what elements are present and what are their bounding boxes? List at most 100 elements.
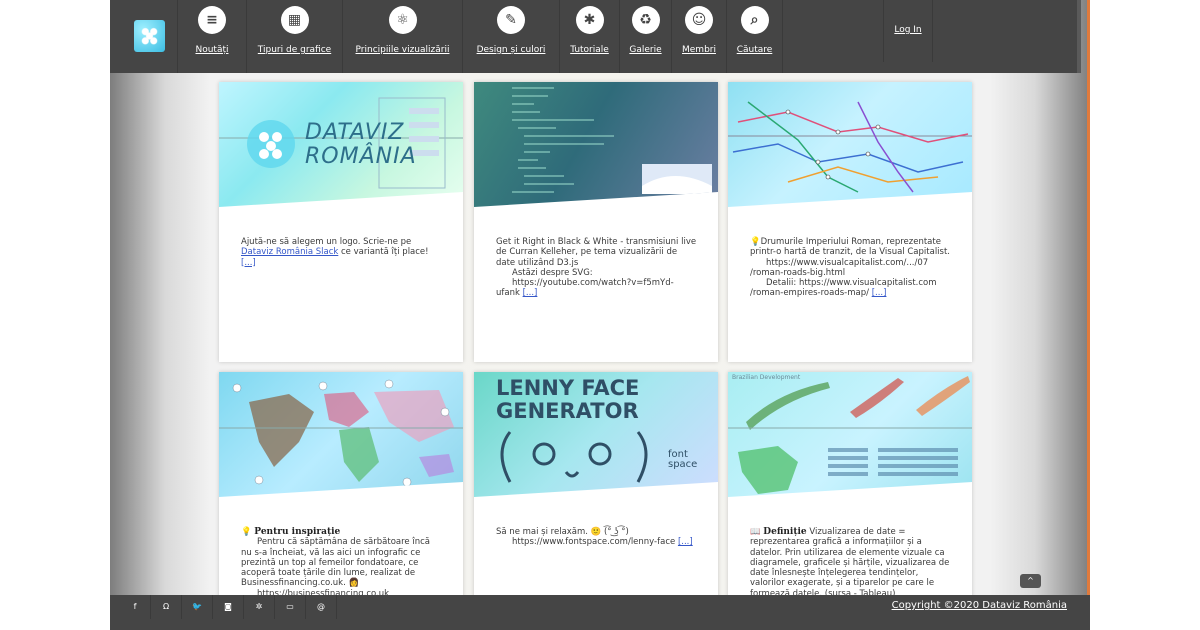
nav-label: Membri bbox=[682, 45, 716, 55]
post-title: Definiție bbox=[763, 527, 807, 537]
post-excerpt: Să ne mai și relaxăm. 🙂 (͡° ͜ʖ ͡°) https… bbox=[496, 527, 698, 548]
excerpt-line: Să ne mai și relaxăm. 🙂 (͡° ͜ʖ ͡°) bbox=[496, 527, 629, 537]
nav-item-membri[interactable]: ☺ Membri bbox=[672, 0, 727, 73]
nav-label: Tipuri de grafice bbox=[257, 45, 332, 55]
thumbnail-graphic bbox=[219, 379, 463, 487]
nav-item-tipuri-de-grafice[interactable]: ▦ Tipuri de grafice bbox=[247, 0, 343, 73]
fontspace-logo: font space bbox=[668, 449, 698, 470]
excerpt-line: Pentru că săptămâna de sărbătoare încă bbox=[257, 537, 430, 548]
nav-label: Căutare bbox=[736, 45, 773, 55]
nav-label: Noutăți bbox=[195, 45, 229, 55]
post-excerpt: Get it Right in Black & White - transmis… bbox=[496, 237, 698, 299]
read-more-link[interactable]: [...] bbox=[872, 288, 887, 298]
nav-label: Principiile vizualizării bbox=[355, 45, 450, 55]
post-card[interactable]: LENNY FACE GENERATOR font space Să ne ma… bbox=[474, 372, 718, 630]
excerpt-line: de Curran Kelleher, pe tema vizualizării… bbox=[496, 247, 678, 258]
post-thumbnail[interactable] bbox=[728, 82, 972, 207]
read-more-link[interactable]: [...] bbox=[523, 288, 538, 298]
at-icon[interactable]: @ bbox=[306, 595, 337, 619]
excerpt-line: Get it Right in Black & White - transmis… bbox=[496, 237, 697, 247]
document-icon: ≡ bbox=[198, 6, 226, 34]
nav-item-tutoriale[interactable]: ✱ Tutoriale bbox=[560, 0, 620, 73]
magic-wand-icon: ✎ bbox=[497, 6, 525, 34]
excerpt-text: Ajută-ne să alegem un logo. Scrie-ne pe bbox=[241, 237, 412, 247]
post-excerpt: Ajută-ne să alegem un logo. Scrie-ne pe … bbox=[241, 237, 443, 268]
atom-icon: ⚛ bbox=[388, 6, 417, 34]
grid-icon: ▦ bbox=[280, 6, 309, 34]
thumbnail-graphic bbox=[728, 101, 972, 193]
dataviz-logo[interactable] bbox=[134, 20, 165, 52]
excerpt-line: datelor. Prin utilizarea de elemente viz… bbox=[750, 547, 945, 558]
nav-label: Galerie bbox=[629, 45, 662, 55]
excerpt-line: Vizualizarea de date = bbox=[806, 527, 906, 537]
facebook-icon[interactable]: f bbox=[120, 595, 151, 619]
instagram-icon[interactable]: ◙ bbox=[213, 595, 244, 619]
post-card[interactable]: 💡 Pentru inspirație Pentru că săptămâna … bbox=[219, 372, 463, 630]
nav-item-galerie[interactable]: ♻ Galerie bbox=[620, 0, 672, 73]
post-thumbnail[interactable]: Brazilian Development bbox=[728, 372, 972, 497]
login-label: Log In bbox=[894, 25, 922, 35]
read-more-link[interactable]: [...] bbox=[678, 537, 693, 547]
excerpt-line: https://www.fontspace.com/lenny-face bbox=[512, 537, 676, 548]
post-thumbnail[interactable] bbox=[219, 372, 463, 497]
nav-item-cautare[interactable]: ⌕ Căutare bbox=[727, 0, 783, 73]
piggy-bank-icon: ♻ bbox=[631, 6, 660, 34]
excerpt-line: /roman-roads-big.html bbox=[750, 267, 846, 278]
users-icon: ☺ bbox=[685, 6, 713, 34]
read-more-link[interactable]: [...] bbox=[241, 258, 256, 268]
post-excerpt: 📖 Definiție Vizualizarea de date = repre… bbox=[750, 527, 952, 599]
post-thumbnail[interactable]: DATAVIZ ROMÂNIA bbox=[219, 82, 463, 207]
thumbnail-graphic bbox=[728, 376, 972, 494]
post-card[interactable]: Get it Right in Black & White - transmis… bbox=[474, 82, 718, 362]
post-title: Pentru inspirație bbox=[254, 527, 341, 537]
twitter-icon[interactable]: 🐦 bbox=[182, 595, 213, 619]
slack-link[interactable]: Dataviz România Slack bbox=[241, 247, 338, 257]
excerpt-text: ce variantă îți place! bbox=[338, 247, 429, 258]
thumbnail-graphic bbox=[512, 87, 712, 194]
excerpt-line: date înlesnește înțelegerea tendințelor, bbox=[750, 568, 919, 579]
slack-icon[interactable]: ✲ bbox=[244, 595, 275, 619]
nav-item-design-si-culori[interactable]: ✎ Design și culori bbox=[463, 0, 560, 73]
lenny-face-graphic bbox=[500, 431, 648, 483]
post-card[interactable]: Brazilian Development 📖 Definiție Vizual… bbox=[728, 372, 972, 630]
excerpt-line: printr-o hartă de tranzit, de la Visual … bbox=[750, 247, 950, 258]
copyright-link[interactable]: Copyright ©2020 Dataviz România bbox=[892, 600, 1067, 611]
excerpt-line: prezintă un top al femeilor fondatoare, … bbox=[241, 557, 419, 568]
excerpt-line: nu s-a încheiat, vă las aici un infograf… bbox=[241, 547, 421, 558]
top-navigation: ≡ Noutăți ▦ Tipuri de grafice ⚛ Principi… bbox=[110, 0, 1081, 73]
monitor-icon[interactable]: ▭ bbox=[275, 595, 306, 619]
excerpt-line: acoperă toate țările din lume, realizat … bbox=[241, 568, 416, 579]
post-thumbnail[interactable] bbox=[474, 82, 718, 207]
post-excerpt: 💡 Pentru inspirație Pentru că săptămâna … bbox=[241, 527, 443, 599]
scroll-accent bbox=[1087, 0, 1090, 600]
excerpt-line: 💡Drumurile Imperiului Roman, reprezentat… bbox=[750, 237, 941, 247]
thumbnail-title-2: ROMÂNIA bbox=[305, 144, 417, 169]
omega-icon[interactable]: Ω bbox=[151, 595, 182, 619]
excerpt-line: Astăzi despre SVG: bbox=[512, 267, 593, 278]
post-card[interactable]: DATAVIZ ROMÂNIA Ajută-ne să alegem un lo… bbox=[219, 82, 463, 362]
excerpt-line: valorilor exagerate, și a tiparelor pe c… bbox=[750, 578, 935, 589]
excerpt-line: date utilizând D3.js bbox=[496, 257, 579, 268]
excerpt-line: https://www.visualcapitalist.com/.../07 bbox=[766, 257, 929, 268]
excerpt-line: diagramele, graficele și hărțile, vizual… bbox=[750, 557, 950, 568]
nav-item-principiile-vizualizarii[interactable]: ⚛ Principiile vizualizării bbox=[343, 0, 463, 73]
nav-item-noutati[interactable]: ≡ Noutăți bbox=[178, 0, 247, 73]
search-icon: ⌕ bbox=[740, 6, 769, 34]
excerpt-line: reprezentarea grafică a informațiilor și… bbox=[750, 537, 922, 548]
nav-label: Design și culori bbox=[476, 45, 546, 55]
thumbnail-title: Brazilian Development bbox=[732, 374, 801, 381]
excerpt-line: Businessfinancing.co.uk. 👩 bbox=[241, 578, 360, 589]
excerpt-line: https://youtube.com/watch?v=f5mYd- bbox=[512, 278, 674, 289]
excerpt-line: /roman-empires-roads-map/ bbox=[750, 288, 869, 299]
post-thumbnail[interactable]: LENNY FACE GENERATOR font space bbox=[474, 372, 718, 497]
asterisk-icon: ✱ bbox=[575, 6, 604, 34]
site-container: ≡ Noutăți ▦ Tipuri de grafice ⚛ Principi… bbox=[110, 0, 1090, 630]
post-card[interactable]: 💡Drumurile Imperiului Roman, reprezentat… bbox=[728, 82, 972, 362]
post-excerpt: 💡Drumurile Imperiului Roman, reprezentat… bbox=[750, 237, 952, 299]
back-to-top-button[interactable]: ^ bbox=[1020, 574, 1041, 588]
login-link[interactable]: Log In bbox=[883, 0, 933, 62]
excerpt-line: Detalii: https://www.visualcapitalist.co… bbox=[766, 278, 937, 289]
logo-cell[interactable] bbox=[110, 0, 178, 73]
excerpt-line: ufank bbox=[496, 288, 520, 299]
footer: f Ω 🐦 ◙ ✲ ▭ @ Copyright ©2020 Dataviz Ro… bbox=[110, 595, 1090, 630]
